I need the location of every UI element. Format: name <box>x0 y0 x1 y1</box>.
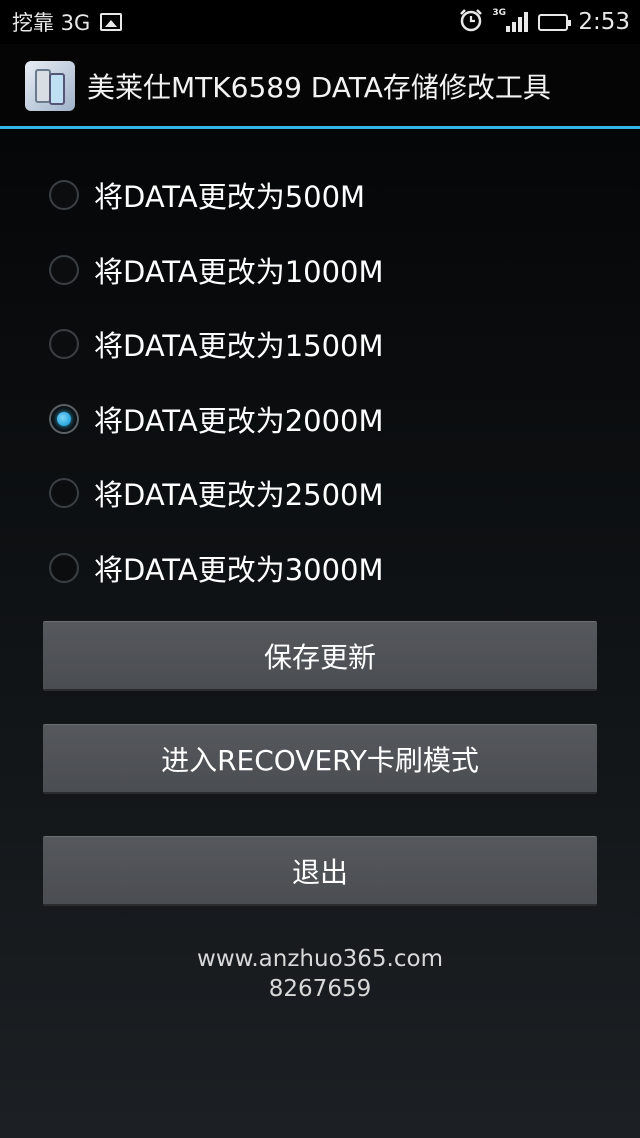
radio-button-icon[interactable] <box>49 180 79 211</box>
network-type-label: 3G <box>492 8 506 18</box>
radio-label[interactable]: 将DATA更改为3000M <box>94 547 384 589</box>
footer-code: 8267659 <box>268 976 372 1002</box>
save-button[interactable]: 保存更新 <box>43 621 597 691</box>
status-right: 3G 2:53 <box>458 8 630 36</box>
radio-option-3000m[interactable]: 将DATA更改为3000M <box>0 531 640 606</box>
image-icon <box>100 13 123 31</box>
radio-button-icon[interactable] <box>49 478 79 509</box>
data-size-radio-group: 将DATA更改为500M 将DATA更改为1000M 将DATA更改为1500M… <box>0 158 640 605</box>
status-bar: 挖靠 3G 3G 2:53 <box>0 0 640 44</box>
action-bar-divider <box>0 126 640 129</box>
radio-label[interactable]: 将DATA更改为500M <box>94 174 365 216</box>
footer-website: www.anzhuo365.com <box>197 946 443 972</box>
radio-option-500m[interactable]: 将DATA更改为500M <box>0 158 640 233</box>
radio-label[interactable]: 将DATA更改为1000M <box>94 249 384 291</box>
radio-button-checked-icon[interactable] <box>49 403 79 434</box>
alarm-icon <box>458 8 484 36</box>
exit-button[interactable]: 退出 <box>43 836 597 906</box>
radio-option-1500m[interactable]: 将DATA更改为1500M <box>0 307 640 382</box>
clock: 2:53 <box>578 9 630 35</box>
app-icon <box>25 61 75 111</box>
radio-label[interactable]: 将DATA更改为2000M <box>94 398 384 440</box>
app-title: 美莱仕MTK6589 DATA存储修改工具 <box>87 71 551 104</box>
recovery-mode-button[interactable]: 进入RECOVERY卡刷模式 <box>43 724 597 794</box>
radio-label[interactable]: 将DATA更改为1500M <box>94 323 384 365</box>
radio-option-1000m[interactable]: 将DATA更改为1000M <box>0 233 640 308</box>
radio-label[interactable]: 将DATA更改为2500M <box>94 472 384 514</box>
radio-button-icon[interactable] <box>49 254 79 285</box>
signal-icon: 3G <box>492 8 529 32</box>
radio-option-2000m[interactable]: 将DATA更改为2000M <box>0 382 640 457</box>
battery-icon <box>538 13 572 31</box>
carrier-text: 挖靠 3G <box>12 11 91 35</box>
radio-option-2500m[interactable]: 将DATA更改为2500M <box>0 456 640 531</box>
action-bar: 美莱仕MTK6589 DATA存储修改工具 <box>0 44 640 128</box>
radio-button-icon[interactable] <box>49 329 79 360</box>
status-left: 挖靠 3G <box>12 7 123 37</box>
radio-button-icon[interactable] <box>49 552 79 583</box>
